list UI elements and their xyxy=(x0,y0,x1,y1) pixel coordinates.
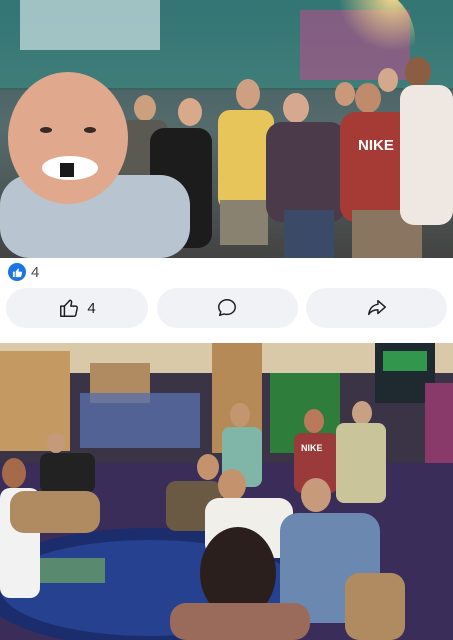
reaction-count: 4 xyxy=(31,263,40,281)
post-divider xyxy=(0,334,453,343)
share-icon xyxy=(366,297,388,319)
action-row: 4 xyxy=(0,288,453,330)
casino-table-photo[interactable]: NIKE xyxy=(0,343,453,640)
thumbs-up-icon xyxy=(58,297,80,319)
share-button[interactable] xyxy=(306,288,447,328)
like-icon xyxy=(8,263,26,281)
comment-button[interactable] xyxy=(156,288,298,328)
group-selfie-photo[interactable]: NIKE xyxy=(0,0,453,258)
nike-shirt-text: NIKE xyxy=(358,137,394,154)
like-button[interactable]: 4 xyxy=(6,288,148,328)
like-button-count: 4 xyxy=(87,299,96,317)
reaction-summary[interactable]: 4 xyxy=(0,258,453,286)
nike-shirt-text-2: NIKE xyxy=(301,443,323,453)
comment-icon xyxy=(216,297,238,319)
